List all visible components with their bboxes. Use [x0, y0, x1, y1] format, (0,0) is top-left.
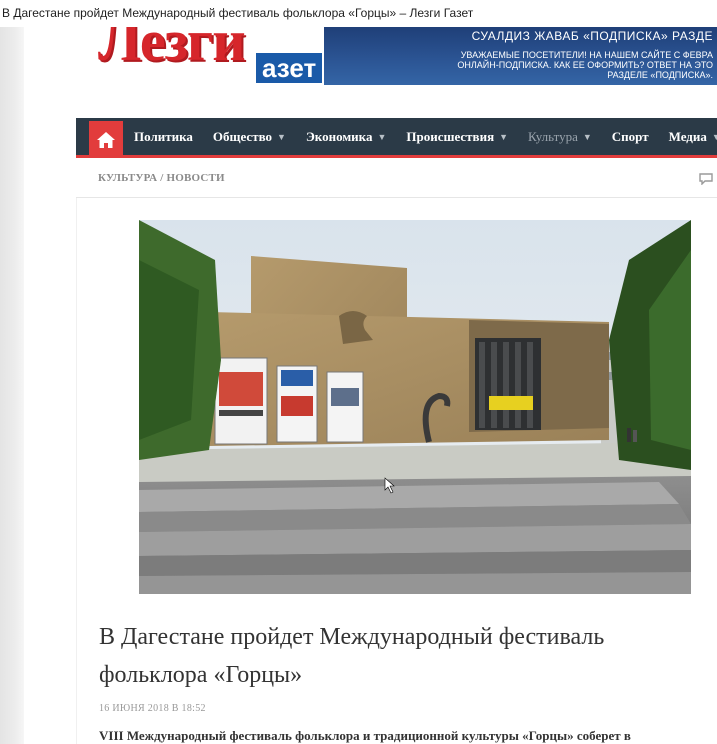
comment-icon[interactable] — [699, 172, 713, 190]
nav-item-label: Общество — [212, 128, 273, 144]
article-photo[interactable] — [139, 220, 691, 594]
nav-item-incidents[interactable]: Происшествия ▼ — [406, 129, 508, 145]
logo-sub-text: азет — [256, 53, 323, 83]
nav-item-label: Происшествия — [406, 128, 495, 144]
nav-item-label: Экономика — [305, 128, 373, 144]
window-title: В Дагестане пройдет Международный фестив… — [0, 0, 717, 27]
nav-item-politics[interactable]: Политика — [134, 129, 193, 145]
nav-item-label: Спорт — [611, 128, 649, 144]
main-nav: Политика Общество ▼ Экономика ▼ Происшес… — [76, 118, 717, 158]
article-lead: VIII Международный фестиваль фольклора и… — [99, 728, 631, 743]
breadcrumb-bar: КУЛЬТУРА / НОВОСТИ — [76, 158, 717, 198]
theatre-building-image — [139, 220, 691, 594]
banner-title: СУАЛДИЗ ЖАВАБ «ПОДПИСКА» РАЗДЕ — [471, 29, 713, 43]
background-window-edge — [0, 27, 24, 744]
nav-item-label: Политика — [134, 128, 193, 144]
chevron-down-icon: ▼ — [277, 131, 286, 142]
chevron-down-icon: ▼ — [499, 131, 509, 142]
article-date: 16 ИЮНЯ 2018 В 18:52 — [99, 703, 206, 714]
site-header: Лезги азет СУАЛДИЗ ЖАВАБ «ПОДПИСКА» РАЗД… — [24, 27, 717, 117]
breadcrumb[interactable]: КУЛЬТУРА / НОВОСТИ — [98, 172, 225, 184]
article-title: В Дагестане пройдет Международный фестив… — [99, 624, 605, 688]
article-content: В Дагестане пройдет Международный фестив… — [76, 198, 717, 744]
subscription-banner[interactable]: СУАЛДИЗ ЖАВАБ «ПОДПИСКА» РАЗДЕ УВАЖАЕМЫЕ… — [324, 27, 717, 85]
chevron-down-icon: ▼ — [377, 131, 387, 142]
banner-text: УВАЖАЕМЫЕ ПОСЕТИТЕЛИ! НА НАШЕМ САЙТЕ С Ф… — [457, 50, 713, 80]
home-icon — [97, 131, 115, 148]
site-logo[interactable]: Лезги азет — [98, 27, 332, 85]
nav-item-label: Медиа — [668, 128, 707, 144]
logo-main-text: Лезги — [98, 27, 246, 73]
nav-item-economy[interactable]: Экономика ▼ — [306, 129, 386, 145]
nav-home-button[interactable] — [89, 121, 123, 158]
nav-item-society[interactable]: Общество ▼ — [213, 129, 286, 145]
nav-item-media[interactable]: Медиа ▼ — [669, 129, 717, 145]
chevron-down-icon: ▼ — [711, 131, 717, 142]
nav-item-sport[interactable]: Спорт — [612, 129, 649, 145]
nav-item-culture[interactable]: Культура ▼ — [528, 129, 592, 145]
chevron-down-icon: ▼ — [582, 131, 592, 142]
nav-item-label: Культура — [528, 128, 578, 144]
